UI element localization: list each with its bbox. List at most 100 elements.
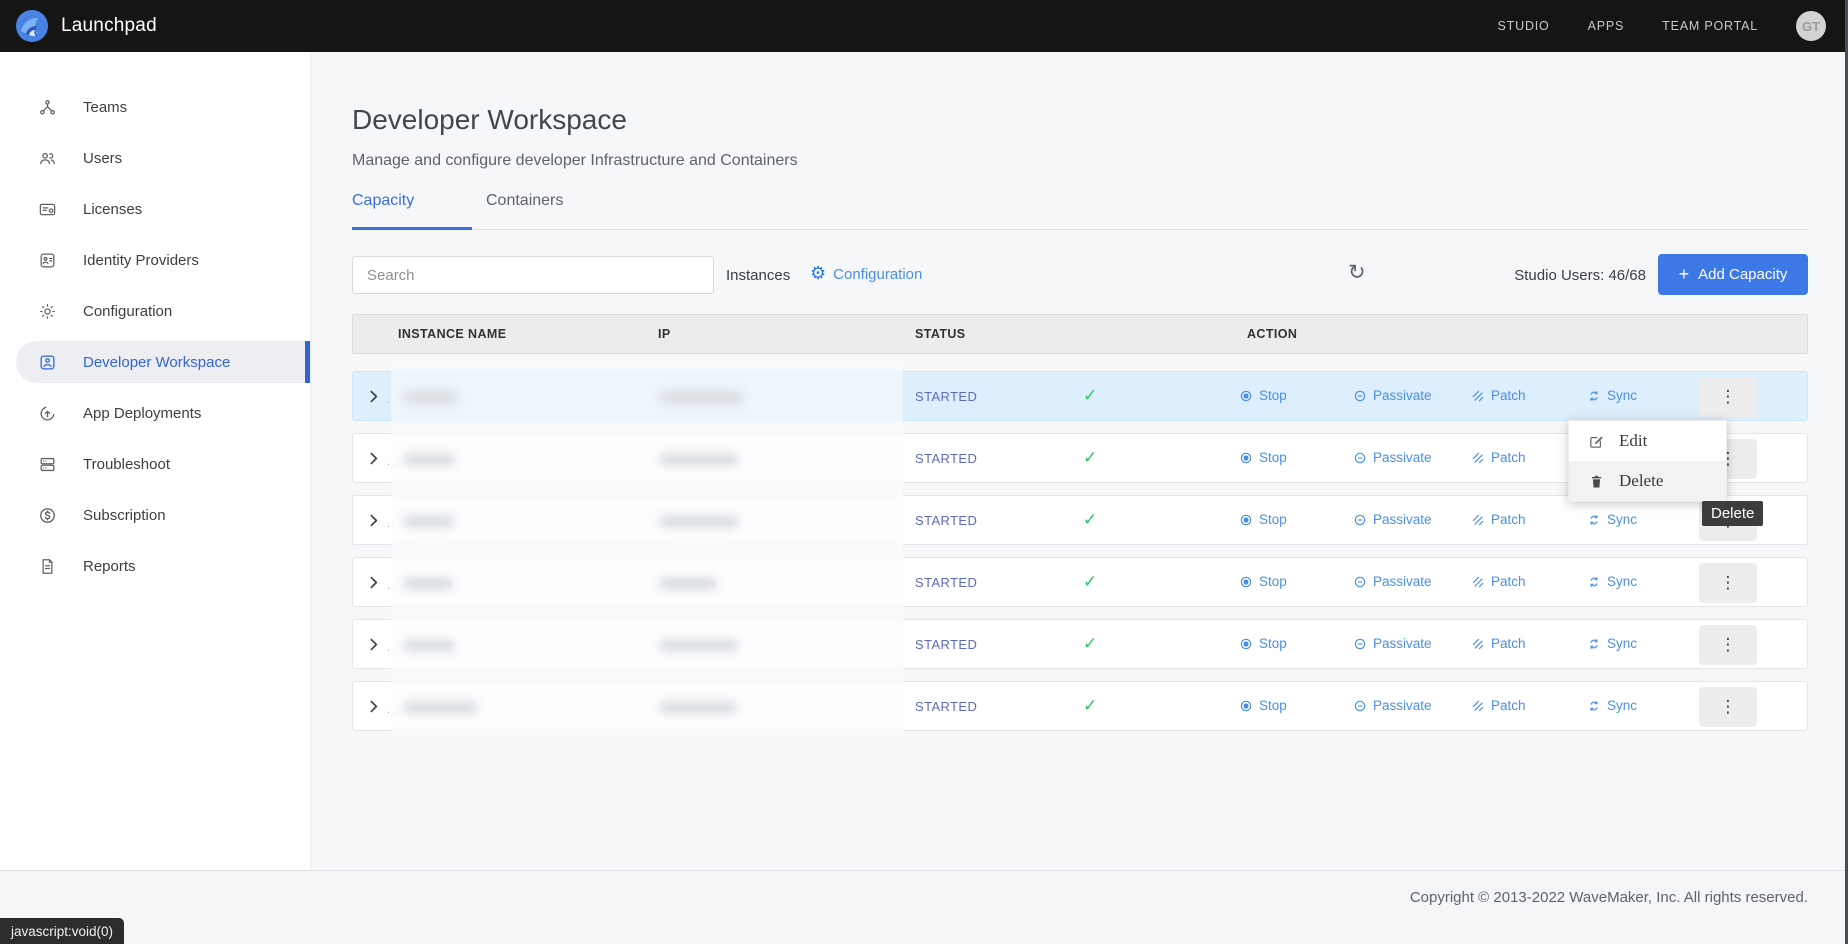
expand-chevron-icon[interactable] [365,512,382,529]
studio-users-count: Studio Users: 46/68 [1514,267,1646,284]
table-row[interactable]: .. STARTED ✓ Stop Passivate Patch Sync [352,681,1808,731]
stop-icon [1239,699,1253,713]
patch-icon [1471,451,1485,465]
passivate-button[interactable]: Passivate [1353,450,1432,465]
expand-chevron-icon[interactable] [365,636,382,653]
sidebar-item-identity-providers[interactable]: Identity Providers [0,239,310,281]
row-context-menu: Edit Delete [1568,420,1727,502]
passivate-icon [1353,699,1367,713]
status-badge: STARTED [915,451,977,466]
status-badge: STARTED [915,513,977,528]
app-deployments-icon [38,404,57,423]
passivate-icon [1353,637,1367,651]
sidebar-item-reports[interactable]: Reports [0,545,310,587]
passivate-button[interactable]: Passivate [1353,512,1432,527]
sidebar-item-licenses[interactable]: Licenses [0,188,310,230]
patch-icon [1471,699,1485,713]
browser-status-bubble: javascript:void(0) [0,918,124,944]
sidebar-item-developer-workspace[interactable]: Developer Workspace [0,341,310,383]
sync-icon [1587,389,1601,403]
sync-icon [1587,637,1601,651]
patch-button[interactable]: Patch [1471,450,1526,465]
row-menu-button[interactable]: ⋮ [1699,377,1757,417]
status-badge: STARTED [915,389,977,404]
patch-button[interactable]: Patch [1471,388,1526,403]
configuration-link[interactable]: ⚙ Configuration [810,265,922,283]
top-navigation: STUDIO APPS TEAM PORTAL GT [1498,11,1848,41]
brand[interactable]: Launchpad [0,9,157,43]
sync-button[interactable]: Sync [1587,512,1637,527]
sidebar-item-label: Subscription [83,507,166,524]
passivate-button[interactable]: Passivate [1353,698,1432,713]
sidebar-item-troubleshoot[interactable]: Troubleshoot [0,443,310,485]
success-check-icon: ✓ [1083,572,1097,592]
stop-button[interactable]: Stop [1239,388,1287,403]
stop-button[interactable]: Stop [1239,698,1287,713]
user-avatar[interactable]: GT [1796,11,1826,41]
table-row[interactable]: .. STARTED ✓ Stop Passivate Patch Sync [352,495,1808,545]
table-row[interactable]: .. STARTED ✓ Stop Passivate Patch Sync [352,619,1808,669]
sync-button[interactable]: Sync [1587,388,1637,403]
reports-icon [38,557,57,576]
expand-chevron-icon[interactable] [365,574,382,591]
passivate-button[interactable]: Passivate [1353,574,1432,589]
table-row[interactable]: .. STARTED ✓ Stop Passivate Patch Sync [352,557,1808,607]
success-check-icon: ✓ [1083,634,1097,654]
context-menu-delete[interactable]: Delete [1569,461,1726,501]
tab-containers[interactable]: Containers [486,192,563,230]
redacted-prefix: .. [387,642,395,654]
edit-icon [1588,433,1605,450]
stop-button[interactable]: Stop [1239,636,1287,651]
patch-button[interactable]: Patch [1471,698,1526,713]
refresh-icon[interactable]: ↻ [1348,262,1366,283]
row-menu-button[interactable]: ⋮ [1699,625,1757,665]
stop-button[interactable]: Stop [1239,450,1287,465]
row-menu-button[interactable]: ⋮ [1699,563,1757,603]
sidebar-item-subscription[interactable]: Subscription [0,494,310,536]
nav-team-portal[interactable]: TEAM PORTAL [1662,19,1758,33]
passivate-button[interactable]: Passivate [1353,636,1432,651]
redacted-prefix: .. [387,456,395,468]
licenses-icon [38,200,57,219]
identity-providers-icon [38,251,57,270]
patch-button[interactable]: Patch [1471,512,1526,527]
nav-studio[interactable]: STUDIO [1498,19,1550,33]
tab-capacity[interactable]: Capacity [352,192,472,230]
sidebar-item-teams[interactable]: Teams [0,86,310,128]
stop-button[interactable]: Stop [1239,574,1287,589]
sidebar-item-users[interactable]: Users [0,137,310,179]
add-capacity-button[interactable]: + Add Capacity [1658,254,1808,295]
table-row[interactable]: .. STARTED ✓ Stop Passivate Patch Sync [352,371,1808,421]
redacted-instance-name [403,453,455,466]
redacted-instance-name [403,639,455,652]
expand-chevron-icon[interactable] [365,698,382,715]
redacted-prefix: .. [387,704,395,716]
patch-button[interactable]: Patch [1471,636,1526,651]
sidebar-item-configuration[interactable]: Configuration [0,290,310,332]
patch-button[interactable]: Patch [1471,574,1526,589]
sidebar-item-app-deployments[interactable]: App Deployments [0,392,310,434]
stop-button[interactable]: Stop [1239,512,1287,527]
sidebar-item-label: Teams [83,99,127,116]
nav-apps[interactable]: APPS [1588,19,1625,33]
redacted-instance-name [403,577,453,590]
configuration-icon [38,302,57,321]
expand-chevron-icon[interactable] [365,388,382,405]
configuration-link-label: Configuration [833,266,922,283]
sidebar-item-label: Configuration [83,303,172,320]
expand-chevron-icon[interactable] [365,450,382,467]
sync-button[interactable]: Sync [1587,574,1637,589]
passivate-icon [1353,451,1367,465]
sync-button[interactable]: Sync [1587,698,1637,713]
passivate-button[interactable]: Passivate [1353,388,1432,403]
row-menu-button[interactable]: ⋮ [1699,687,1757,727]
sync-button[interactable]: Sync [1587,636,1637,651]
column-status: STATUS [915,327,966,341]
redacted-ip [659,577,717,590]
search-input[interactable] [352,256,714,294]
wavemaker-logo-icon [15,9,49,43]
app-title: Launchpad [61,15,157,37]
context-menu-edit[interactable]: Edit [1569,421,1726,461]
redacted-prefix: .. [387,580,395,592]
column-instance-name: INSTANCE NAME [398,327,506,341]
